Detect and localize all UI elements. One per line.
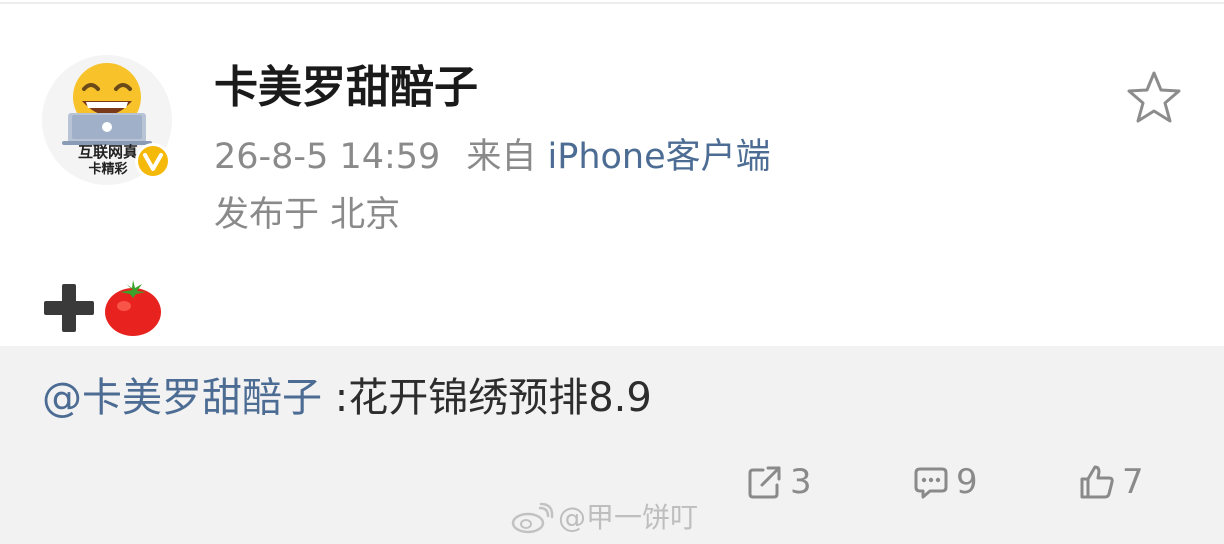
verified-badge-icon (135, 143, 171, 179)
share-icon (748, 466, 781, 499)
mention-link[interactable]: @卡美罗甜醅子 (42, 375, 322, 421)
repost-button[interactable]: 3 (746, 460, 812, 504)
comment-button[interactable]: 9 (912, 460, 978, 504)
tomato-icon (105, 280, 161, 336)
location: 发布于 北京 (214, 195, 401, 235)
heavy-plus-icon (44, 284, 94, 332)
source-client[interactable]: iPhone客户端 (547, 137, 770, 177)
weibo-post-card: 互联网真 卡精彩 卡美罗甜醅子 26-8-5 14:59 来自 iPhone客户端… (0, 0, 1224, 346)
timestamp: 26-8-5 14:59 (214, 137, 441, 177)
repost-body: :花开锦绣预排8.9 (322, 375, 652, 421)
comment-icon (914, 467, 948, 499)
post-meta: 26-8-5 14:59 来自 iPhone客户端 (214, 134, 771, 180)
watermark-handle: @甲一饼叮 (558, 501, 699, 534)
comment-count: 9 (956, 462, 978, 502)
favorite-star-icon[interactable] (1124, 68, 1184, 126)
like-count: 7 (1122, 462, 1144, 502)
source-prefix: 来自 (466, 137, 537, 177)
username[interactable]: 卡美罗甜醅子 (214, 60, 478, 116)
top-divider (0, 2, 1224, 4)
repost-count: 3 (790, 462, 812, 502)
weibo-logo-icon (511, 502, 554, 534)
thumbs-up-icon (1080, 465, 1114, 499)
repost-text: @卡美罗甜醅子 :花开锦绣预排8.9 (42, 372, 652, 424)
like-button[interactable]: 7 (1078, 460, 1144, 504)
watermark: @甲一饼叮 (510, 500, 698, 536)
